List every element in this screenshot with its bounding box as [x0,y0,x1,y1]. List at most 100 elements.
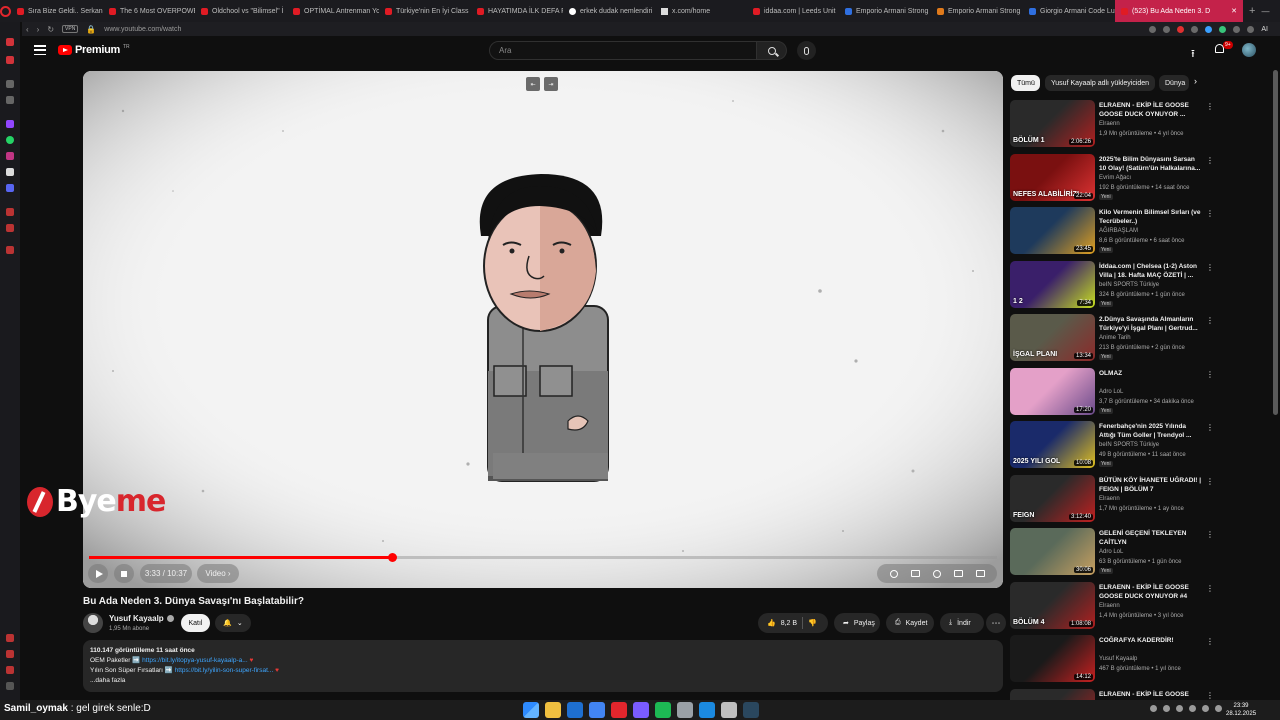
settings-icon[interactable] [6,246,14,254]
youtube-logo[interactable]: Premium TR [58,44,130,56]
video-title[interactable]: GELENİ GEÇENİ TEKLEYEN CAİTLYN [1099,529,1203,547]
recommended-video[interactable]: 30:06 GELENİ GEÇENİ TEKLEYEN CAİTLYN Adro … [1010,528,1215,576]
video-thumbnail[interactable]: 1 2 7:34 [1010,260,1095,308]
browser-tab[interactable]: Emporio Armani Strong [931,0,1023,22]
adblock-icon[interactable] [1177,25,1185,33]
forward-icon[interactable]: › [37,25,40,34]
browser-tab[interactable]: iddaa.com | Leeds Unit [747,0,839,22]
video-title[interactable]: Kilo Vermenin Bilimsel Sırları (ve Tecrü… [1099,208,1203,226]
recommended-video[interactable]: 23:45 Kilo Vermenin Bilimsel Sırları (ve … [1010,207,1215,255]
join-button[interactable]: Katıl [181,614,210,632]
tv-icon[interactable] [6,56,14,64]
download-icon[interactable] [1233,25,1241,33]
url-field[interactable]: www.youtube.com/watch [104,26,181,33]
theater-mode-icon[interactable] [953,570,963,577]
kebab-menu-icon[interactable]: ⋮ [1206,584,1214,593]
video-title[interactable]: OLMAZ [1099,369,1203,378]
whatsapp-icon[interactable] [6,136,14,144]
description-box[interactable]: 110.147 görüntüleme 11 saat önce OEM Pak… [83,640,1003,692]
more-actions-button[interactable]: ⋯ [986,613,1006,633]
download-icon[interactable] [6,208,14,216]
video-thumbnail[interactable]: BÖLÜM 1 2:06:26 [1010,100,1095,147]
recommended-video[interactable]: 2025 YILI GOL 10:08 Fenerbahçe'nin 2025 Yı… [1010,421,1215,469]
account-avatar[interactable] [1242,43,1256,57]
extension-icon[interactable] [1205,25,1213,33]
more-icon[interactable] [6,682,14,690]
bookmark-icon[interactable] [1149,25,1157,33]
sidebar-icon[interactable] [6,634,14,642]
discord-icon[interactable] [6,184,14,192]
clock-icon[interactable] [6,224,14,232]
channel-name[interactable]: Yusuf Kayaalp [109,614,174,623]
kebab-menu-icon[interactable]: ⋮ [1206,423,1214,432]
tray-icon[interactable] [1176,705,1183,712]
video-title[interactable]: 2.Dünya Savaşında Almanların Türkiye'yi … [1099,315,1203,333]
browser-tab[interactable]: The 6 Most OVERPOWE [103,0,195,22]
next-icon[interactable]: ⇥ [544,77,558,91]
recommended-video[interactable]: 14:12 COĞRAFYA KADERDİR! Yusuf Kayaalp 467 … [1010,635,1215,683]
like-count[interactable]: 8,2 B [781,620,797,627]
chevron-right-icon[interactable]: › [1194,76,1197,86]
voice-search-button[interactable] [797,41,816,60]
taskbar-app-icon[interactable] [721,702,737,718]
battery-icon[interactable] [1215,705,1222,712]
description-link[interactable]: https://bit.ly/yilin-son-super-firsat... [175,667,274,674]
subtitles-icon[interactable] [910,570,920,577]
filter-chip[interactable]: Yusuf Kayaalp adlı yükleyiciden [1045,75,1155,91]
video-title[interactable]: ELRAENN - EKİP İLE GOOSE GOOSE DUCK OYNU… [1099,583,1203,601]
show-more-link[interactable]: ...daha fazla [90,676,996,686]
browser-tab[interactable]: Türkiye'nin En İyi Class [379,0,471,22]
back-icon[interactable]: ‹ [26,25,29,34]
tray-icon[interactable] [1163,705,1170,712]
new-tab-button[interactable]: + [1243,5,1261,17]
sidebar-icon[interactable] [6,650,14,658]
video-thumbnail[interactable]: BÖLÜM 4 1:08:08 [1010,581,1095,629]
download-button[interactable]: ⤓ İndir [940,613,984,633]
video-title[interactable]: COĞRAFYA KADERDİR! [1099,636,1203,645]
close-tab-icon[interactable]: ✕ [1231,7,1237,15]
browser-tab[interactable]: OPTİMAL Antrenman Yo [287,0,379,22]
video-title[interactable]: ELRAENN - EKİP İLE GOOSE GOOSE DUCK OYNU… [1099,101,1203,119]
camera-icon[interactable] [1191,25,1199,33]
recommended-video[interactable]: İŞGAL PLANI 13:34 2.Dünya Savaşında Almanl… [1010,314,1215,362]
video-thumbnail[interactable]: 14:12 [1010,635,1095,682]
taskbar-app-icon[interactable] [655,702,671,718]
fullscreen-icon[interactable] [975,570,985,577]
video-title[interactable]: İddaa.com | Chelsea (1-2) Aston Villa | … [1099,262,1203,280]
browser-tab[interactable]: Giorgio Armani Code Lu [1023,0,1115,22]
taskbar-app-icon[interactable] [699,702,715,718]
recommended-video[interactable]: 1 2 7:34 İddaa.com | Chelsea (1-2) Aston V… [1010,260,1215,309]
settings-gear-icon[interactable] [932,569,941,578]
search-button[interactable] [757,41,787,60]
video-title[interactable]: 2025'te Bilim Dünyasını Sarsan 10 Olay! … [1099,155,1203,173]
taskbar-app-icon[interactable] [545,702,561,718]
kebab-menu-icon[interactable]: ⋮ [1206,637,1214,646]
heart-icon[interactable] [6,96,14,104]
video-title[interactable]: Fenerbahçe'nin 2025 Yılında Attığı Tüm G… [1099,422,1203,440]
volume-button[interactable] [114,564,134,583]
taskbar-clock[interactable]: 23:39 28.12.2025 [1226,702,1256,718]
browser-tab[interactable]: Oldchool vs "Bilimsel" İ [195,0,287,22]
taskbar-app-icon[interactable] [611,702,627,718]
video-thumbnail[interactable]: 17:20 [1010,367,1095,415]
puzzle-icon[interactable] [1247,25,1255,33]
recommended-video[interactable]: NEFES ALABİLİRİZ! 22:04 2025'te Bilim Düny… [1010,153,1215,202]
previous-icon[interactable]: ⇤ [526,77,540,91]
kebab-menu-icon[interactable]: ⋮ [1206,477,1214,486]
video-thumbnail[interactable]: 2025 YILI GOL 10:08 [1010,421,1095,468]
video-title[interactable]: BÜTÜN KÖY İHANETE UĞRADI! | FEIGN | BÖLÜ… [1099,476,1203,494]
kebab-menu-icon[interactable]: ⋮ [1206,316,1214,325]
channel-avatar[interactable] [83,613,103,633]
x-icon[interactable] [6,168,14,176]
filter-chip[interactable]: Dünya [1159,75,1189,91]
browser-tab[interactable]: (523) Bu Ada Neden 3. D ✕ [1115,0,1243,22]
recommended-video[interactable]: BÖLÜM 4 1:08:08 ELRAENN - EKİP İLE GOOSE G… [1010,581,1215,630]
taskbar-app-icon[interactable] [567,702,583,718]
browser-tab[interactable]: HAYATIMDA İLK DEFA F [471,0,563,22]
network-icon[interactable] [1189,705,1196,712]
create-icon[interactable]: ⭱ [1191,45,1195,64]
history-icon[interactable] [6,80,14,88]
kebab-menu-icon[interactable]: ⋮ [1206,263,1214,272]
kebab-menu-icon[interactable]: ⋮ [1206,102,1214,111]
recommended-video[interactable]: BÖLÜM 1 2:06:26 ELRAENN - EKİP İLE GOOSE G… [1010,100,1215,148]
